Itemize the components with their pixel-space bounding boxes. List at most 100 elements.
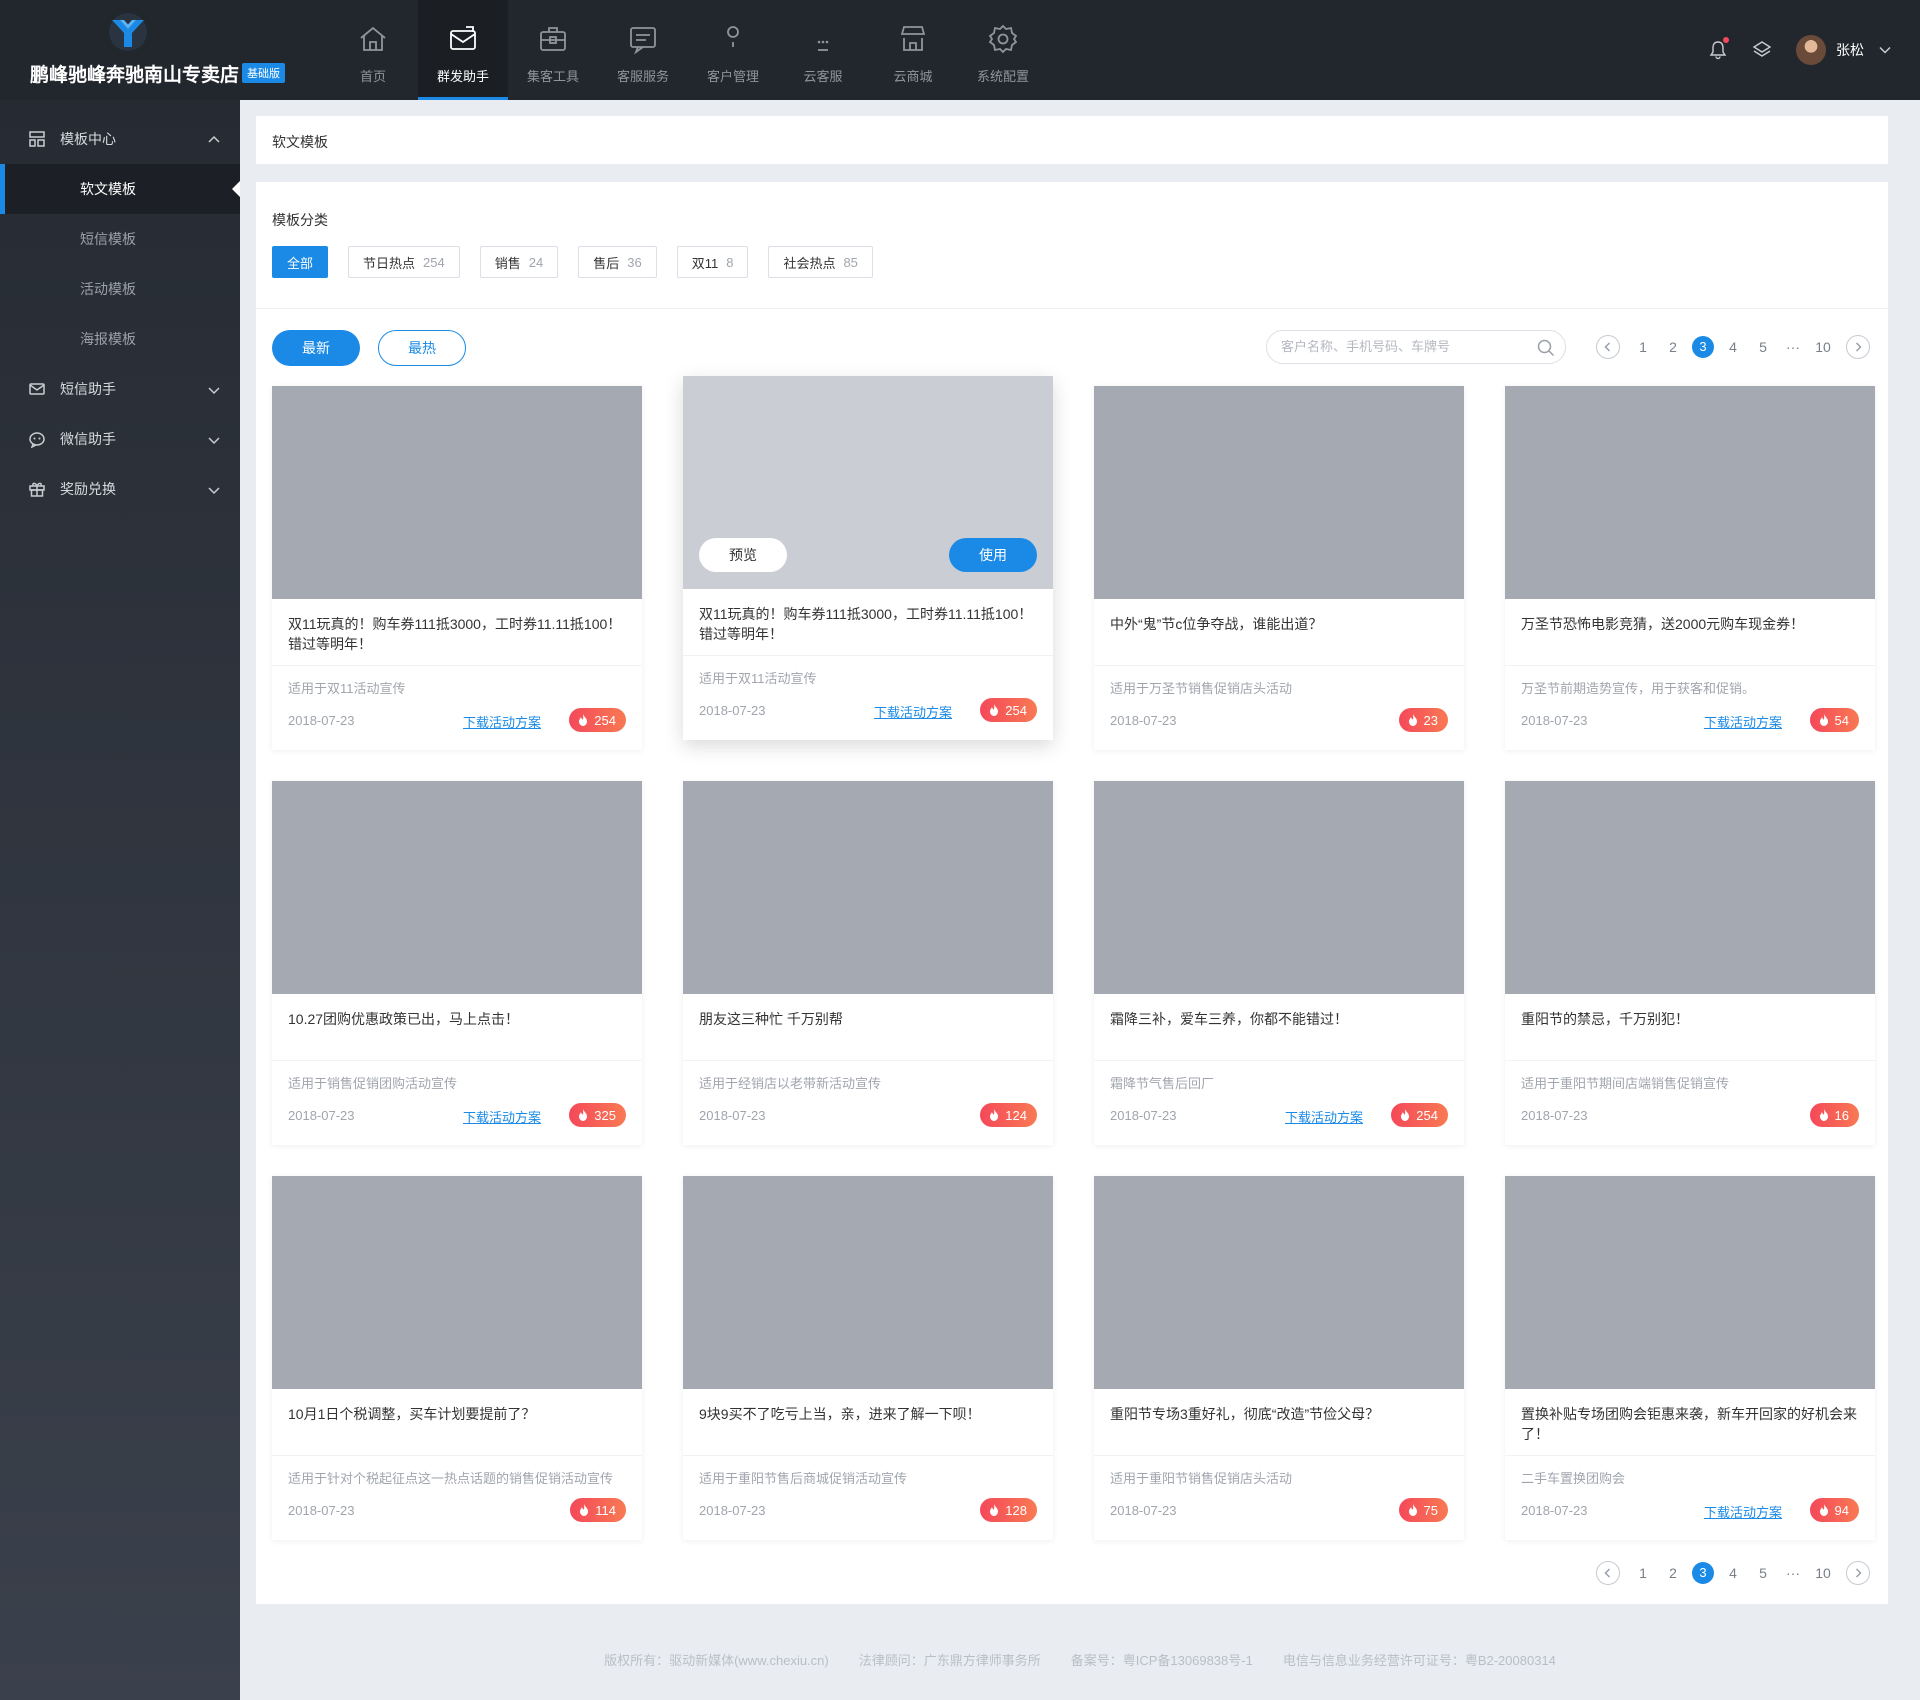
- page-number[interactable]: 2: [1658, 1565, 1688, 1581]
- bell-icon[interactable]: [1704, 36, 1732, 64]
- template-title[interactable]: 朋友这三种忙 千万别帮: [699, 1009, 1037, 1051]
- flame-icon: [1401, 1109, 1410, 1121]
- page-number[interactable]: 1: [1628, 339, 1658, 355]
- page-number[interactable]: 10: [1808, 1565, 1838, 1581]
- divider: [256, 308, 1888, 309]
- category-chip-label: 双11: [691, 255, 719, 271]
- template-title[interactable]: 置换补贴专场团购会钜惠来袭，新车开回家的好机会来了！: [1521, 1404, 1859, 1446]
- page-number[interactable]: 5: [1748, 339, 1778, 355]
- nav-item-mail[interactable]: 群发助手: [418, 0, 508, 100]
- template-card[interactable]: 中外“鬼”节c位争夺战，谁能出道？ 适用于万圣节销售促销店头活动 2018-07-2…: [1094, 386, 1464, 750]
- page-number[interactable]: 4: [1718, 339, 1748, 355]
- sidebar-item[interactable]: 软文模板: [0, 164, 240, 214]
- template-card[interactable]: 朋友这三种忙 千万别帮 适用于经销店以老带新活动宣传 2018-07-23 124: [683, 781, 1053, 1145]
- nav-item-toolbox[interactable]: 集客工具: [508, 0, 598, 100]
- template-thumbnail[interactable]: [683, 1176, 1053, 1389]
- search-input[interactable]: [1281, 339, 1521, 354]
- sidebar-group-gift[interactable]: 奖励兑换: [0, 464, 240, 514]
- preview-button[interactable]: 预览: [699, 538, 787, 572]
- page-number[interactable]: 5: [1748, 1565, 1778, 1581]
- page-prev-button[interactable]: [1596, 1561, 1620, 1585]
- user-name[interactable]: 张松: [1836, 40, 1864, 60]
- page-number[interactable]: 4: [1718, 1565, 1748, 1581]
- category-chip[interactable]: 双11 8: [676, 246, 749, 278]
- chevron-down-icon[interactable]: [1878, 43, 1892, 57]
- template-title[interactable]: 重阳节的禁忌，千万别犯！: [1521, 1009, 1859, 1051]
- download-plan-link[interactable]: 下载活动方案: [1285, 1107, 1363, 1126]
- template-thumbnail[interactable]: [1094, 1176, 1464, 1389]
- layers-icon[interactable]: [1748, 36, 1776, 64]
- nav-item-gear[interactable]: 系统配置: [958, 0, 1048, 100]
- nav-item-store[interactable]: 云商城: [868, 0, 958, 100]
- template-title[interactable]: 重阳节专场3重好礼，彻底“改造”节俭父母？: [1110, 1404, 1448, 1446]
- heat-count: 128: [1005, 1502, 1027, 1518]
- sidebar-item[interactable]: 短信模板: [0, 214, 240, 264]
- nav-item-chat-box[interactable]: 客服服务: [598, 0, 688, 100]
- template-title[interactable]: 9块9买不了吃亏上当，亲，进来了解一下呗！: [699, 1404, 1037, 1446]
- heat-count: 254: [594, 712, 616, 728]
- use-button[interactable]: 使用: [949, 538, 1037, 572]
- heat-badge: 254: [569, 708, 626, 732]
- sidebar-item[interactable]: 海报模板: [0, 314, 240, 364]
- page-number[interactable]: 2: [1658, 339, 1688, 355]
- download-plan-link[interactable]: 下载活动方案: [463, 1107, 541, 1126]
- template-title[interactable]: 万圣节恐怖电影竞猜，送2000元购车现金券！: [1521, 614, 1859, 656]
- category-chip[interactable]: 社会热点 85: [768, 246, 873, 278]
- template-card[interactable]: 预览 使用双11玩真的！购车券111抵3000，工时券11.11抵100！错过等明…: [683, 376, 1053, 740]
- template-thumbnail[interactable]: [1505, 1176, 1875, 1389]
- page-next-button[interactable]: [1846, 1561, 1870, 1585]
- template-title[interactable]: 双11玩真的！购车券111抵3000，工时券11.11抵100！错过等明年！: [288, 614, 626, 656]
- download-plan-link[interactable]: 下载活动方案: [1704, 712, 1782, 731]
- template-title[interactable]: 中外“鬼”节c位争夺战，谁能出道？: [1110, 614, 1448, 656]
- template-thumbnail[interactable]: [272, 386, 642, 599]
- template-title[interactable]: 双11玩真的！购车券111抵3000，工时券11.11抵100！错过等明年！: [699, 604, 1037, 646]
- template-title[interactable]: 10.27团购优惠政策已出，马上点击！: [288, 1009, 626, 1051]
- download-plan-link[interactable]: 下载活动方案: [1704, 1502, 1782, 1521]
- category-chip[interactable]: 销售 24: [479, 246, 559, 278]
- sidebar-group-wechat[interactable]: 微信助手: [0, 414, 240, 464]
- nav-item-home[interactable]: 首页: [328, 0, 418, 100]
- template-thumbnail[interactable]: [683, 781, 1053, 994]
- page-number[interactable]: 1: [1628, 1565, 1658, 1581]
- template-title[interactable]: 霜降三补，爱车三养，你都不能错过！: [1110, 1009, 1448, 1051]
- page-next-button[interactable]: [1846, 335, 1870, 359]
- template-card[interactable]: 霜降三补，爱车三养，你都不能错过！ 霜降节气售后回厂 2018-07-23 254 下载…: [1094, 781, 1464, 1145]
- category-chip[interactable]: 全部: [272, 246, 329, 278]
- sidebar-group-envelope[interactable]: 短信助手: [0, 364, 240, 414]
- category-chip[interactable]: 售后 36: [578, 246, 657, 278]
- template-thumbnail[interactable]: [1505, 386, 1875, 599]
- page-number[interactable]: 10: [1808, 339, 1838, 355]
- template-thumbnail[interactable]: [1094, 781, 1464, 994]
- template-thumbnail[interactable]: [272, 781, 642, 994]
- sidebar-item[interactable]: 活动模板: [0, 264, 240, 314]
- download-plan-link[interactable]: 下载活动方案: [874, 702, 952, 721]
- template-title[interactable]: 10月1日个税调整，买车计划要提前了？: [288, 1404, 626, 1446]
- page-prev-button[interactable]: [1596, 335, 1620, 359]
- page-number[interactable]: ···: [1778, 1565, 1808, 1581]
- template-card[interactable]: 双11玩真的！购车券111抵3000，工时券11.11抵100！错过等明年！ 适用…: [272, 386, 642, 750]
- template-thumbnail[interactable]: [272, 1176, 642, 1389]
- template-thumbnail[interactable]: [1094, 386, 1464, 599]
- category-chip[interactable]: 节日热点 254: [348, 246, 460, 278]
- search-icon[interactable]: [1537, 339, 1555, 357]
- page-number[interactable]: ···: [1778, 339, 1808, 355]
- sidebar-group-template[interactable]: 模板中心: [0, 114, 240, 164]
- avatar[interactable]: [1796, 35, 1826, 65]
- template-card[interactable]: 万圣节恐怖电影竞猜，送2000元购车现金券！ 万圣节前期造势宣传，用于获客和促销。…: [1505, 386, 1875, 750]
- sort-newest-button[interactable]: 最新: [272, 330, 360, 366]
- nav-item-cloud-service[interactable]: 云客服: [778, 0, 868, 100]
- template-card[interactable]: 9块9买不了吃亏上当，亲，进来了解一下呗！ 适用于重阳节售后商城促销活动宣传 201…: [683, 1176, 1053, 1540]
- template-card[interactable]: 重阳节专场3重好礼，彻底“改造”节俭父母？ 适用于重阳节销售促销店头活动 2018-…: [1094, 1176, 1464, 1540]
- sidebar: 模板中心 软文模板 短信模板 活动模板 海报模板 短信助手 微信助手 奖励兑换: [0, 100, 240, 1700]
- template-card[interactable]: 10月1日个税调整，买车计划要提前了？ 适用于针对个税起征点这一热点话题的销售促销…: [272, 1176, 642, 1540]
- nav-item-customer[interactable]: 客户管理: [688, 0, 778, 100]
- page-current[interactable]: 3: [1692, 336, 1714, 358]
- template-thumbnail[interactable]: [1505, 781, 1875, 994]
- template-card[interactable]: 置换补贴专场团购会钜惠来袭，新车开回家的好机会来了！ 二手车置换团购会 2018-0…: [1505, 1176, 1875, 1540]
- page-current[interactable]: 3: [1692, 1562, 1714, 1584]
- template-card[interactable]: 重阳节的禁忌，千万别犯！ 适用于重阳节期间店端销售促销宣传 2018-07-23 16: [1505, 781, 1875, 1145]
- template-card[interactable]: 10.27团购优惠政策已出，马上点击！ 适用于销售促销团购活动宣传 2018-07-…: [272, 781, 642, 1145]
- download-plan-link[interactable]: 下载活动方案: [463, 712, 541, 731]
- sort-hottest-button[interactable]: 最热: [378, 330, 466, 366]
- nav-item-label: 云客服: [803, 69, 843, 84]
